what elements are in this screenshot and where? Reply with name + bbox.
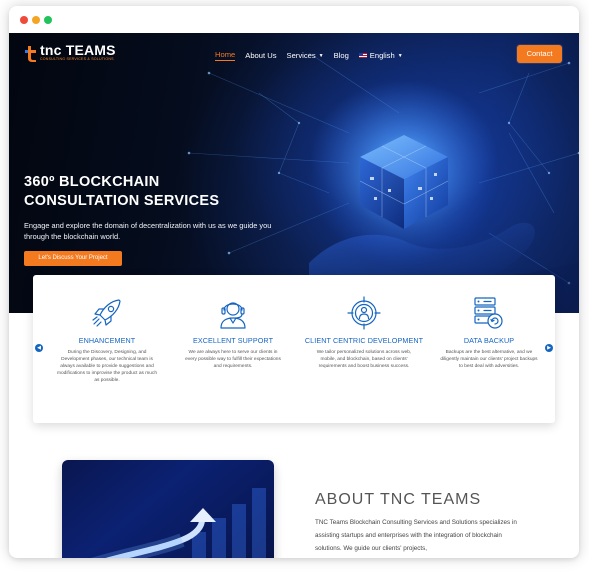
chevron-left-icon[interactable]: ◀ [35,344,43,352]
about-title: ABOUT TNC TEAMS [315,491,482,508]
browser-window: tnc TEAMS CONSULTING SERVICES & SOLUTION… [9,6,579,558]
about-text: TNC Teams Blockchain Consulting Services… [315,519,517,552]
support-agent-icon [220,302,246,329]
feature-title: ENHANCEMENT [78,336,136,345]
contact-button[interactable]: Contact [517,45,562,63]
chevron-down-icon: ▼ [318,52,324,59]
feature-title: DATA BACKUP [463,336,515,345]
window-titlebar [9,6,579,33]
client-target-icon [347,296,381,330]
hero-section: tnc TEAMS CONSULTING SERVICES & SOLUTION… [9,33,579,313]
nav-item-blog[interactable]: Blog [334,51,349,60]
feature-title: CLIENT CENTRIC DEVELOPMENT [304,336,424,345]
features-carousel: ENHANCEMENT During the Discovery, Design… [33,275,555,423]
feature-description: During the Discovery, Designing, and Dev… [57,349,157,384]
nav-item-services[interactable]: Services ▼ [287,51,324,60]
logo-text-teams: TEAMS [65,42,116,58]
chevron-down-icon: ▼ [397,52,403,59]
feature-card-client-centric: CLIENT CENTRIC DEVELOPMENT We tailor per… [304,275,424,370]
about-growth-image [62,460,274,558]
feature-card-enhancement: ENHANCEMENT During the Discovery, Design… [47,275,167,385]
rocket-icon [92,299,121,327]
growth-arrow-illustration [90,488,266,558]
server-backup-icon [474,297,503,329]
logo-tagline: CONSULTING SERVICES & SOLUTIONS [40,57,114,61]
nav-item-about-us[interactable]: About Us [245,51,276,60]
feature-description: We tailor personalized solutions across … [316,349,412,369]
feature-card-excellent-support: EXCELLENT SUPPORT We are always here to … [173,275,293,370]
minimize-window-button[interactable] [32,16,40,24]
logo-mark-icon [25,45,37,63]
nav-item-services-label: Services [286,51,316,60]
hero-description: Engage and explore the domain of decentr… [24,221,272,241]
discuss-project-button[interactable]: Let's Discuss Your Project [24,251,122,266]
hero-title-line-1: 360º BLOCKCHAIN [24,174,160,190]
close-window-button[interactable] [20,16,28,24]
feature-card-data-backup: DATA BACKUP Backups are the best alterna… [429,275,549,370]
hero-title: 360º BLOCKCHAIN CONSULTATION SERVICES [24,173,219,211]
tnc-teams-logo[interactable]: tnc TEAMS CONSULTING SERVICES & SOLUTION… [25,43,116,67]
logo-text-tnc: tnc [40,42,62,58]
feature-description: We are always here to serve our clients … [185,349,281,369]
feature-description: Backups are the best alternative, and we… [440,349,538,369]
main-navigation: Home About Us Services ▼ Blog English ▼ [215,50,413,61]
chevron-right-icon[interactable]: ▶ [545,344,553,352]
hero-title-line-2: CONSULTATION SERVICES [24,193,220,209]
nav-item-home[interactable]: Home [215,50,236,61]
language-selector[interactable]: English ▼ [358,51,403,60]
maximize-window-button[interactable] [44,16,52,24]
language-label: English [369,51,395,60]
us-flag-icon [358,53,367,58]
feature-title: EXCELLENT SUPPORT [192,336,274,345]
